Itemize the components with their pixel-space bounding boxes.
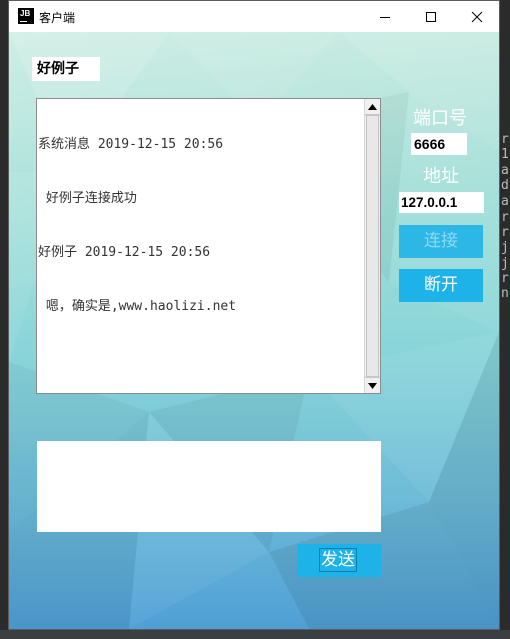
background-editor-char: r [501,225,509,240]
background-editor-char: 1 [501,147,509,162]
send-button-label: 发送 [319,548,357,572]
address-field[interactable]: 127.0.0.1 [399,192,484,213]
background-editor-bottom [0,630,510,639]
chat-history-text[interactable]: 系统消息 2019-12-15 20:56 好例子连接成功 好例子 2019-1… [38,100,363,392]
background-editor-strip: r 1 a d a r r j j r n [500,0,510,639]
scroll-up-button[interactable] [365,99,380,115]
scroll-down-arrow-icon [368,382,377,389]
background-editor-char: d [501,178,509,193]
port-field[interactable]: 6666 [411,133,467,155]
background-editor-char: j [501,240,509,255]
minimize-button[interactable] [362,1,408,32]
close-icon [471,11,483,22]
user-name-label: 好例子 [32,57,100,81]
background-editor-char: a [501,194,509,209]
chat-line: 好例子 2019-12-15 20:56 [38,245,211,260]
chat-line: 系统消息 2019-12-15 20:56 [38,137,224,152]
chat-scrollbar[interactable] [364,99,380,393]
chat-line: 好例子连接成功 [38,191,137,206]
app-icon-text: JB [20,9,31,18]
background-editor-char: n [501,286,509,301]
maximize-button[interactable] [408,1,454,32]
scroll-down-button[interactable] [365,377,380,393]
title-bar[interactable]: JB 客户端 [9,1,499,32]
background-editor-char: r [501,210,509,225]
message-input[interactable] [37,441,381,532]
client-window: JB 客户端 好例子 系统消息 2019-12-15 20:56 好例子连接成功… [8,0,500,630]
close-button[interactable] [454,1,500,32]
minimize-icon [380,16,390,18]
chat-history[interactable]: 系统消息 2019-12-15 20:56 好例子连接成功 好例子 2019-1… [36,98,381,394]
app-icon: JB [18,8,34,24]
background-editor-char: r [501,132,509,147]
send-button[interactable]: 发送 [297,544,381,577]
chat-line: 嗯，确实是,www.haolizi.net [38,299,237,314]
address-label: 地址 [423,166,459,187]
maximize-icon [426,11,436,22]
background-editor-char: a [501,163,509,178]
client-content-area: 好例子 系统消息 2019-12-15 20:56 好例子连接成功 好例子 20… [9,32,499,629]
window-title: 客户端 [39,11,76,25]
background-editor-char: r [501,271,509,286]
scroll-up-arrow-icon [368,103,377,110]
port-label: 端口号 [413,108,467,129]
disconnect-button[interactable]: 断开 [399,269,483,302]
scrollbar-thumb[interactable] [366,115,379,377]
background-editor-char: j [501,256,509,271]
connect-button[interactable]: 连接 [399,225,483,258]
